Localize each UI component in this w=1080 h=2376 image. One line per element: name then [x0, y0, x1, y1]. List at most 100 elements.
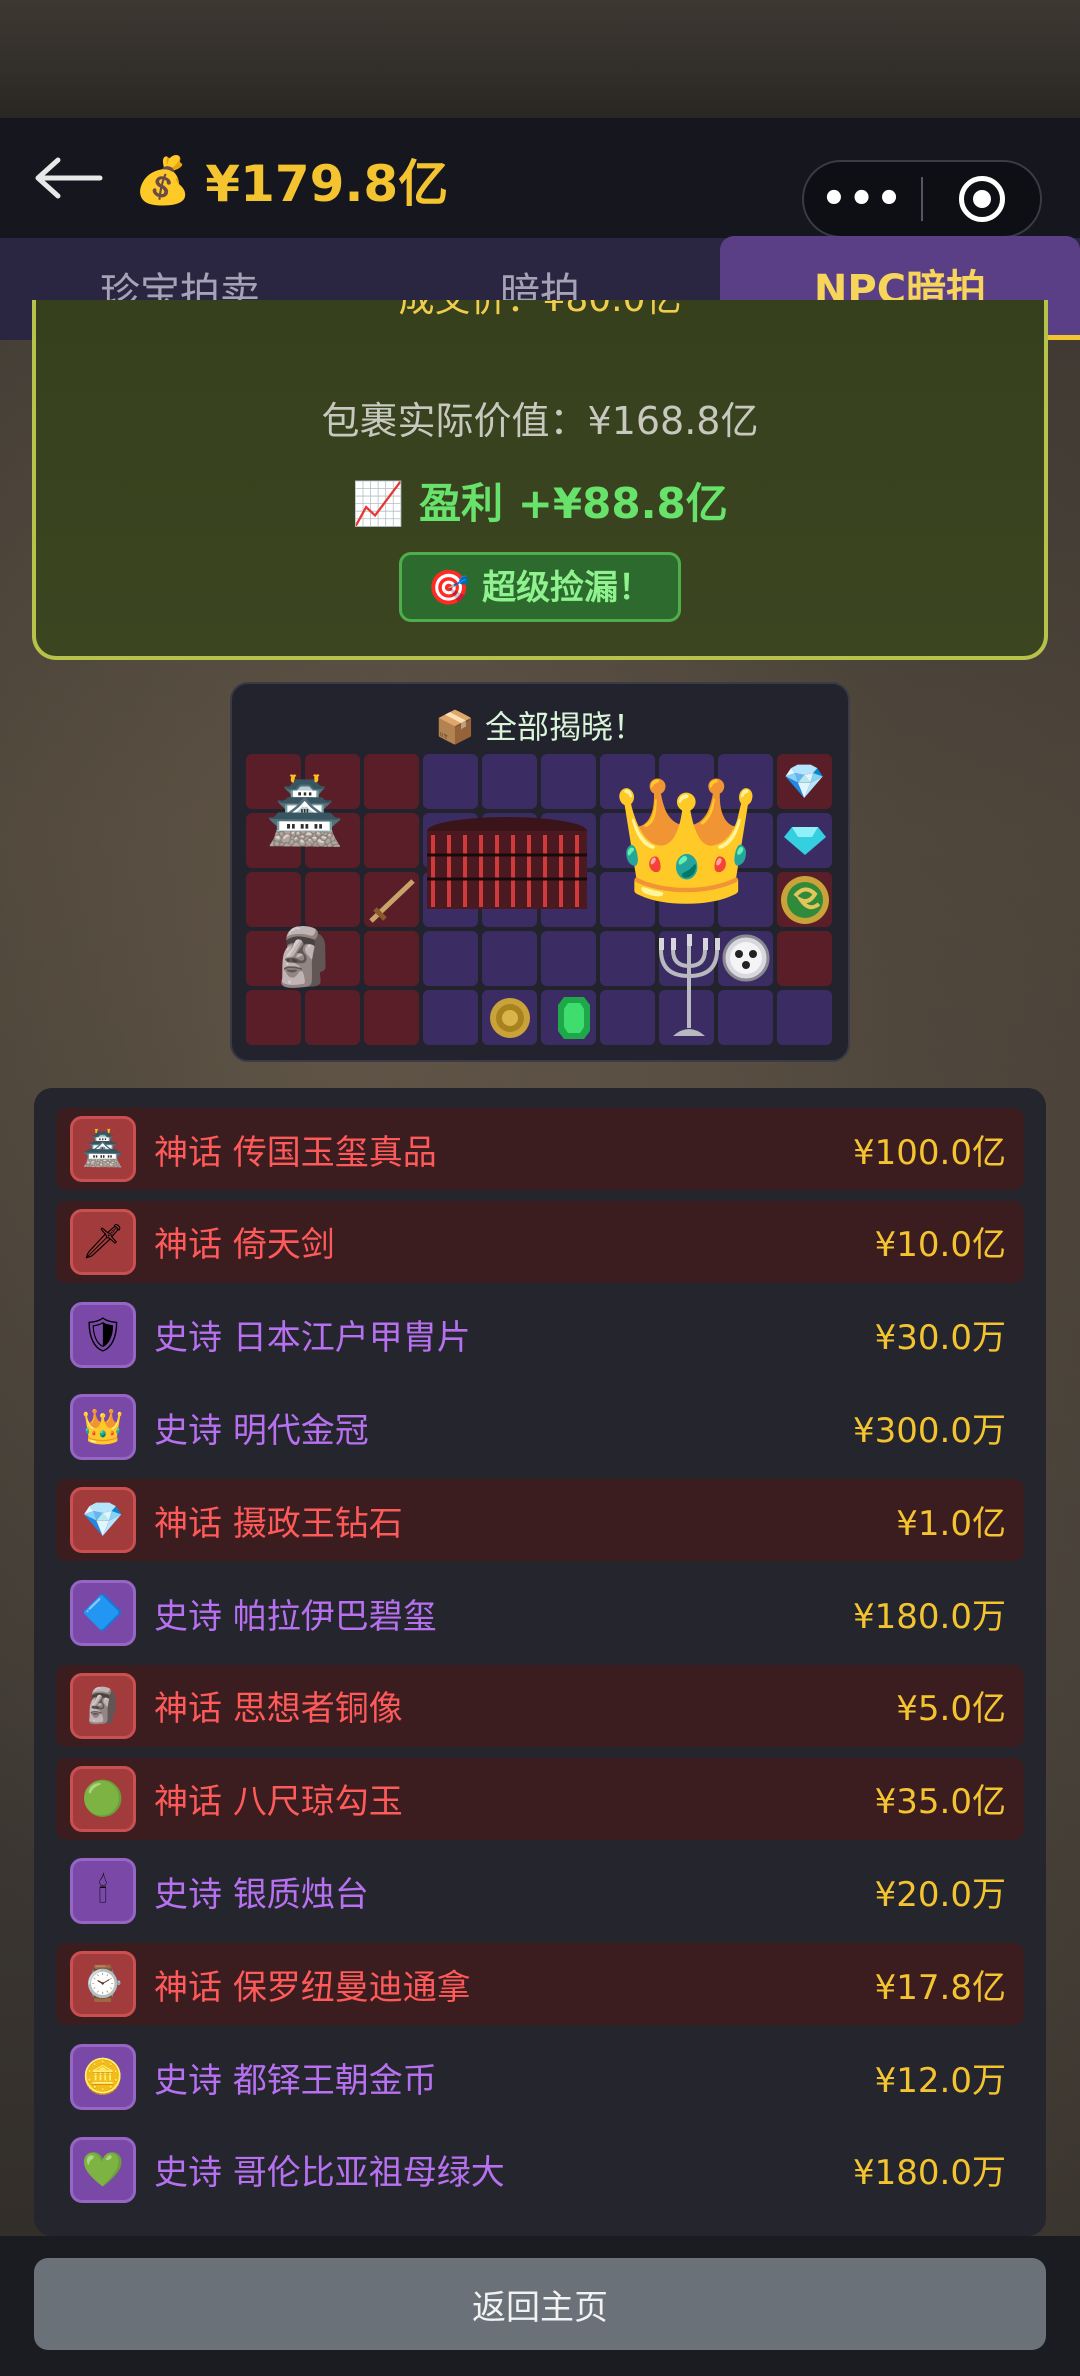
item-price: ¥100.0亿 [853, 1132, 1006, 1173]
gold-crown-icon: 👑 [70, 1394, 136, 1461]
gold-coin-icon: 🪙 [70, 2044, 136, 2110]
item-rarity: 神话 [154, 1225, 222, 1266]
magatama-icon [775, 870, 834, 929]
balance-amount: ¥179.8亿 [205, 155, 449, 213]
item-price: ¥30.0万 [874, 1318, 1006, 1359]
background-top [0, 0, 1080, 118]
item-name: 史诗 帕拉伊巴碧玺 [154, 1589, 853, 1638]
jade-seal-icon: 🏯 [70, 1116, 136, 1182]
item-price: ¥1.0亿 [896, 1503, 1006, 1544]
item-price: ¥180.0万 [853, 2153, 1006, 2194]
list-item[interactable]: ⌚ 神话 保罗纽曼迪通拿 ¥17.8亿 [56, 1943, 1024, 2026]
armor-plate-icon [416, 807, 598, 927]
statue-icon: 🗿 [269, 925, 339, 990]
deal-price: 成交价：¥80.0亿 [36, 300, 1044, 338]
item-name: 史诗 日本江户甲胄片 [154, 1310, 875, 1359]
item-rarity: 史诗 [154, 1318, 222, 1359]
item-rarity: 神话 [154, 1782, 222, 1823]
money-bag-icon: 💰 [134, 152, 192, 207]
list-item[interactable]: 🟢 神话 八尺琼勾玉 ¥35.0亿 [56, 1757, 1024, 1840]
item-price: ¥20.0万 [874, 1874, 1006, 1915]
list-item[interactable]: 🗿 神话 思想者铜像 ¥5.0亿 [56, 1664, 1024, 1747]
statue-icon: 🗿 [70, 1672, 136, 1739]
item-rarity: 神话 [154, 1132, 222, 1173]
auction-result-card: 成交价：¥80.0亿 包裹实际价值：¥168.8亿 📈 盈利 +¥88.8亿 🎯… [32, 300, 1048, 660]
list-item[interactable]: 🔷 史诗 帕拉伊巴碧玺 ¥180.0万 [56, 1572, 1024, 1654]
sword-icon [362, 870, 421, 929]
item-rarity: 史诗 [154, 2060, 222, 2101]
item-rarity: 史诗 [154, 2153, 222, 2194]
item-title: 倚天剑 [232, 1225, 335, 1266]
item-name: 神话 思想者铜像 [154, 1681, 896, 1730]
item-name: 神话 八尺琼勾玉 [154, 1774, 875, 1823]
list-item[interactable]: 🏯 神话 传国玉玺真品 ¥100.0亿 [56, 1108, 1024, 1190]
target-icon [958, 176, 1005, 222]
tourmaline-icon [775, 811, 834, 870]
gold-crown-icon: 👑 [611, 770, 762, 910]
item-title: 思想者铜像 [232, 1689, 403, 1730]
item-title: 日本江户甲胄片 [232, 1318, 471, 1359]
item-title: 保罗纽曼迪通拿 [232, 1967, 471, 2008]
item-price: ¥12.0万 [874, 2060, 1006, 2101]
item-name: 神话 保罗纽曼迪通拿 [154, 1960, 875, 2009]
candelabra-icon: 🕯 [70, 1858, 136, 1925]
item-name: 史诗 哥伦比亚祖母绿大 [154, 2145, 853, 2194]
item-rarity: 神话 [154, 1689, 222, 1730]
item-title: 都铎王朝金币 [232, 2060, 437, 2101]
return-home-button[interactable]: 返回主页 [34, 2258, 1046, 2350]
jade-seal-icon: 🏯 [265, 774, 345, 849]
item-price: ¥180.0万 [853, 1596, 1006, 1637]
bargain-badge: 🎯 超级捡漏！ [398, 552, 682, 622]
sword-icon: 🗡 [70, 1208, 136, 1275]
item-price: ¥17.8亿 [874, 1967, 1006, 2008]
item-name: 神话 倚天剑 [154, 1217, 875, 1266]
item-title: 银质烛台 [232, 1874, 369, 1915]
list-item[interactable]: 👑 史诗 明代金冠 ¥300.0万 [56, 1386, 1024, 1469]
item-name: 史诗 明代金冠 [154, 1403, 853, 1452]
real-value: 包裹实际价值：¥168.8亿 [321, 399, 759, 443]
item-price: ¥5.0亿 [896, 1689, 1006, 1730]
back-button[interactable] [30, 148, 110, 208]
list-item[interactable]: 🗡 神话 倚天剑 ¥10.0亿 [56, 1200, 1024, 1283]
list-item[interactable]: 🕯 史诗 银质烛台 ¥20.0万 [56, 1850, 1024, 1933]
gold-coin-icon [480, 988, 539, 1047]
list-item[interactable]: 🛡 史诗 日本江户甲胄片 ¥30.0万 [56, 1293, 1024, 1376]
list-item[interactable]: 💚 史诗 哥伦比亚祖母绿大 ¥180.0万 [56, 2128, 1024, 2211]
grid-items: 🏯 👑 💎 🗿 [244, 752, 834, 1047]
item-title: 传国玉玺真品 [232, 1132, 437, 1173]
item-price: ¥10.0亿 [874, 1225, 1006, 1266]
watch-icon [716, 928, 775, 987]
emerald-icon [544, 988, 603, 1047]
list-item[interactable]: 💎 神话 摄政王钻石 ¥1.0亿 [56, 1479, 1024, 1562]
more-menu-button[interactable]: ••• [804, 176, 921, 222]
item-name: 史诗 银质烛台 [154, 1867, 875, 1916]
item-price: ¥35.0亿 [874, 1782, 1006, 1823]
arrow-left-icon [35, 157, 103, 199]
list-item[interactable]: 🪙 史诗 都铎王朝金币 ¥12.0万 [56, 2036, 1024, 2118]
mini-program-capsule: ••• [802, 160, 1042, 238]
armor-plate-icon: 🛡 [70, 1301, 136, 1368]
reveal-panel: 📦 全部揭晓！ 🏯 👑 💎 🗿 [230, 682, 850, 1062]
item-title: 帕拉伊巴碧玺 [232, 1596, 437, 1637]
emerald-icon: 💚 [70, 2136, 136, 2203]
close-program-button[interactable] [923, 176, 1040, 222]
item-rarity: 史诗 [154, 1596, 222, 1637]
reveal-title: 📦 全部揭晓！ [434, 708, 646, 746]
item-rarity: 神话 [154, 1967, 222, 2008]
item-rarity: 史诗 [154, 1410, 222, 1451]
magatama-icon: 🟢 [70, 1765, 136, 1832]
item-list: 🏯 神话 传国玉玺真品 ¥100.0亿 🗡 神话 倚天剑 ¥10.0亿 🛡 史诗 日本江户甲胄… [34, 1088, 1046, 2236]
watch-icon: ⌚ [70, 1951, 136, 2018]
tourmaline-icon: 🔷 [70, 1580, 136, 1646]
profit-text: 📈 盈利 +¥88.8亿 [352, 479, 728, 528]
balance-display: 💰 ¥179.8亿 [134, 150, 448, 214]
item-name: 史诗 都铎王朝金币 [154, 2053, 875, 2102]
item-name: 神话 摄政王钻石 [154, 1496, 896, 1545]
item-title: 摄政王钻石 [232, 1503, 403, 1544]
item-price: ¥300.0万 [853, 1410, 1006, 1451]
item-title: 哥伦比亚祖母绿大 [232, 2153, 505, 2194]
item-name: 神话 传国玉玺真品 [154, 1125, 853, 1174]
diamond-icon: 💎 [783, 761, 826, 802]
item-title: 明代金冠 [232, 1410, 369, 1451]
item-title: 八尺琼勾玉 [232, 1782, 403, 1823]
